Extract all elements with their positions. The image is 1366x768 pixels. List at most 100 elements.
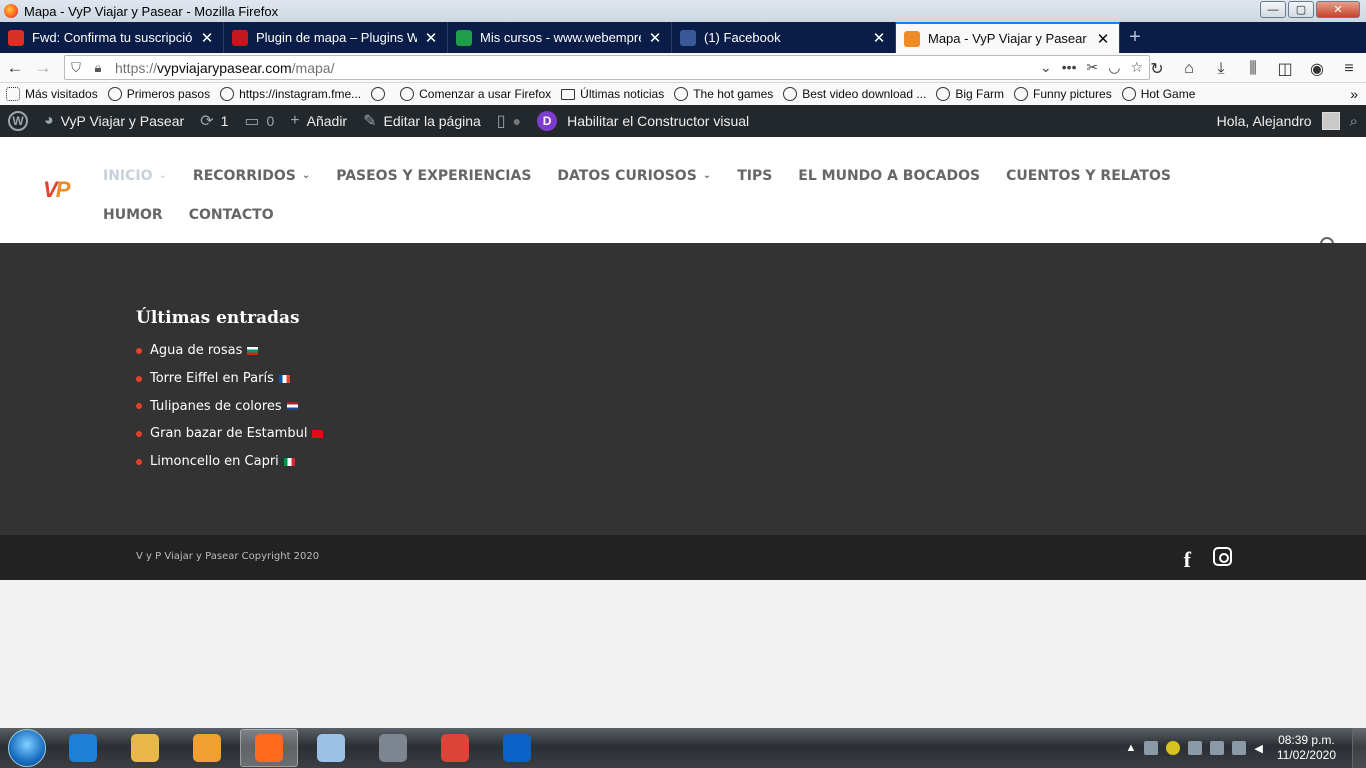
- wp-site-name-link[interactable]: ◕ VyP Viajar y Pasear: [36, 105, 192, 137]
- close-tab-icon[interactable]: ✕: [871, 29, 887, 47]
- wp-visual-builder-link[interactable]: D Habilitar el Constructor visual: [529, 105, 757, 137]
- tray-clipboard-icon[interactable]: [1210, 741, 1225, 755]
- shield-icon[interactable]: ⛉: [65, 60, 87, 76]
- bookmark-item[interactable]: Primeros pasos: [107, 87, 211, 101]
- close-tab-icon[interactable]: ✕: [647, 29, 663, 47]
- sidebar-icon[interactable]: ◫: [1272, 56, 1298, 82]
- download-icon[interactable]: ⤓: [1208, 56, 1234, 82]
- bookmark-item[interactable]: Hot Game: [1121, 87, 1195, 101]
- nav-item-cuentos-y-relatos[interactable]: CUENTOS Y RELATOS: [1006, 156, 1171, 195]
- close-window-button[interactable]: ✕: [1316, 1, 1360, 18]
- gear-icon: [6, 87, 20, 101]
- nav-item-label: CUENTOS Y RELATOS: [1006, 167, 1171, 184]
- taskbar-app[interactable]: [302, 729, 360, 767]
- outlook-icon: [503, 734, 531, 762]
- wp-comments-count: 0: [266, 113, 275, 129]
- chevron-down-icon[interactable]: ⌄: [1040, 59, 1052, 76]
- nav-item-paseos-y-experiencias[interactable]: PASEOS Y EXPERIENCIAS: [336, 156, 531, 195]
- instagram-icon[interactable]: [1213, 547, 1232, 566]
- lock-icon[interactable]: 🔒︎: [87, 60, 109, 76]
- bookmark-item[interactable]: Best video download ...: [783, 87, 926, 101]
- minimize-button[interactable]: —: [1260, 1, 1286, 18]
- tray-app-icon[interactable]: [1144, 741, 1159, 755]
- bookmark-item[interactable]: https://instagram.fme...: [220, 87, 361, 101]
- wp-search-icon[interactable]: ⌕: [1350, 113, 1358, 130]
- avatar[interactable]: [1321, 112, 1340, 130]
- bookmark-label: Primeros pasos: [126, 87, 211, 101]
- tray-network-app-icon[interactable]: [1166, 741, 1181, 755]
- nav-item-inicio[interactable]: INICIO ⌄: [103, 156, 167, 195]
- menu-icon[interactable]: ≡: [1336, 56, 1362, 82]
- nav-item-recorridos[interactable]: RECORRIDOS ⌄: [193, 156, 310, 195]
- wp-yoast-link[interactable]: ▯ ●: [489, 105, 529, 137]
- bookmarks-overflow-icon[interactable]: »: [1350, 86, 1358, 102]
- bullet-icon: [136, 458, 142, 465]
- start-button[interactable]: [8, 729, 46, 767]
- close-tab-icon[interactable]: ✕: [423, 29, 439, 47]
- screenshot-icon[interactable]: ✂: [1086, 59, 1098, 76]
- nav-item-datos-curiosos[interactable]: DATOS CURIOSOS ⌄: [557, 156, 711, 195]
- show-desktop-button[interactable]: [1352, 728, 1366, 768]
- clock[interactable]: 08:39 p.m. 11/02/2020: [1277, 733, 1336, 763]
- bookmark-item[interactable]: Comenzar a usar Firefox: [400, 87, 551, 101]
- bookmark-item[interactable]: Más visitados: [6, 87, 98, 101]
- taskbar-app[interactable]: [426, 729, 484, 767]
- show-hidden-icons-icon[interactable]: ▲: [1125, 742, 1136, 754]
- wp-greeting[interactable]: Hola, Alejandro: [1217, 113, 1312, 129]
- bookmark-item[interactable]: The hot games: [674, 87, 773, 101]
- library-icon[interactable]: ⫼: [1240, 56, 1266, 82]
- new-tab-button[interactable]: +: [1120, 22, 1150, 53]
- close-tab-icon[interactable]: ✕: [199, 29, 215, 47]
- facebook-icon[interactable]: f: [1184, 547, 1191, 573]
- reload-icon[interactable]: ↻: [1144, 56, 1170, 82]
- page-actions-icon[interactable]: •••: [1062, 59, 1077, 76]
- taskbar-app[interactable]: [488, 729, 546, 767]
- taskbar-app[interactable]: [240, 729, 298, 767]
- bookmark-item[interactable]: Funny pictures: [1014, 87, 1112, 101]
- recent-post-link[interactable]: Gran bazar de Estambul: [150, 426, 307, 441]
- browser-tab[interactable]: (1) Facebook ✕: [672, 22, 896, 53]
- wp-updates-link[interactable]: ⟳ 1: [192, 105, 236, 137]
- browser-tab[interactable]: Fwd: Confirma tu suscripción a ✕: [0, 22, 224, 53]
- wp-comments-link[interactable]: ▭ 0: [236, 105, 282, 137]
- taskbar-app[interactable]: [54, 729, 112, 767]
- volume-icon[interactable]: ◀: [1254, 742, 1262, 755]
- bookmark-item[interactable]: Big Farm: [936, 87, 1004, 101]
- bookmark-item[interactable]: [371, 87, 390, 101]
- pocket-icon[interactable]: ◡: [1108, 59, 1120, 76]
- home-icon[interactable]: ⌂: [1176, 56, 1202, 82]
- account-icon[interactable]: ◉: [1304, 56, 1330, 82]
- social-icons: f: [1184, 547, 1232, 573]
- wordpress-icon: W: [8, 111, 28, 131]
- nav-item-contacto[interactable]: CONTACTO: [189, 195, 274, 234]
- recent-post-link[interactable]: Limoncello en Capri: [150, 454, 279, 469]
- url-text[interactable]: https://vypviajarypasear.com/mapa/: [115, 60, 334, 76]
- taskbar-app[interactable]: [364, 729, 422, 767]
- wp-logo-button[interactable]: W: [0, 105, 36, 137]
- nav-item-humor[interactable]: HUMOR: [103, 195, 163, 234]
- site-logo[interactable]: VP: [43, 177, 71, 203]
- nav-item-label: HUMOR: [103, 206, 163, 223]
- recent-post-link[interactable]: Torre Eiffel en París: [150, 371, 274, 386]
- url-bar[interactable]: ⛉ 🔒︎ https://vypviajarypasear.com/mapa/ …: [64, 55, 1150, 80]
- maximize-button[interactable]: ▢: [1288, 1, 1314, 18]
- recent-post-link[interactable]: Tulipanes de colores: [150, 399, 282, 414]
- tray-monitor-icon[interactable]: [1188, 741, 1203, 755]
- tray-action-center-icon[interactable]: [1232, 741, 1247, 755]
- taskbar-app[interactable]: [116, 729, 174, 767]
- wp-add-new-link[interactable]: + Añadir: [282, 105, 355, 137]
- nav-item-el-mundo-a-bocados[interactable]: EL MUNDO A BOCADOS: [798, 156, 980, 195]
- close-tab-icon[interactable]: ✕: [1095, 30, 1111, 48]
- wp-edit-page-link[interactable]: ✎ Editar la página: [355, 105, 489, 137]
- logo-letter-p: P: [55, 177, 71, 202]
- forward-button[interactable]: →: [30, 55, 56, 81]
- taskbar-app[interactable]: [178, 729, 236, 767]
- bookmark-item[interactable]: Últimas noticias: [561, 87, 664, 101]
- back-button[interactable]: ←: [2, 55, 28, 81]
- browser-tab[interactable]: Mapa - VyP Viajar y Pasear ✕: [896, 22, 1120, 53]
- browser-tab[interactable]: Mis cursos - www.webempresa. ✕: [448, 22, 672, 53]
- recent-post-link[interactable]: Agua de rosas: [150, 343, 242, 358]
- nav-item-tips[interactable]: TIPS: [737, 156, 772, 195]
- bookmarks-bar: Más visitados Primeros pasos https://insta…: [0, 83, 1366, 105]
- browser-tab[interactable]: Plugin de mapa – Plugins Word ✕: [224, 22, 448, 53]
